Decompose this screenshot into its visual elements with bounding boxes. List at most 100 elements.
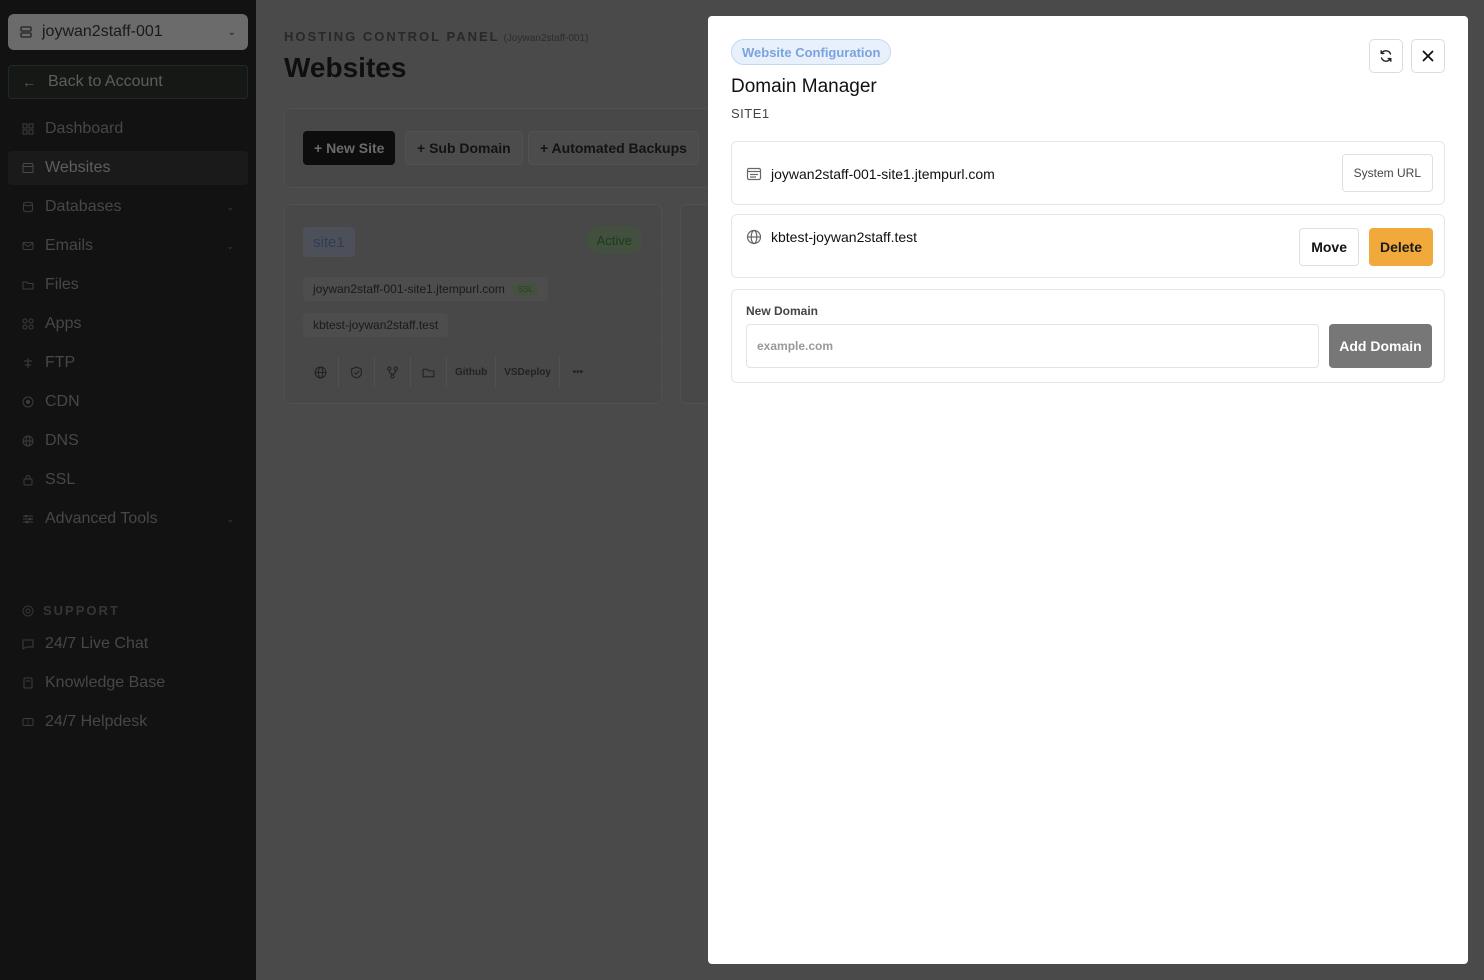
chevron-down-icon: ⌄ (226, 513, 234, 524)
sliders-icon (23, 514, 33, 524)
site-name-link[interactable]: site1 (303, 227, 355, 257)
refresh-button[interactable] (1369, 39, 1403, 73)
delete-domain-button[interactable]: Delete (1368, 228, 1433, 266)
new-domain-section: New Domain Add Domain (731, 289, 1445, 383)
sidebar-item-label: Advanced Tools (45, 510, 158, 527)
page-title: Websites (284, 52, 407, 83)
sub-domain-button[interactable]: + Sub Domain (405, 131, 523, 165)
sidebar-item-dns[interactable]: DNS (8, 424, 248, 458)
sidebar-item-files[interactable]: Files (8, 268, 248, 302)
new-site-button[interactable]: + New Site (303, 131, 396, 165)
globe-icon (22, 435, 34, 447)
sidebar-item-helpdesk[interactable]: 24/7 Helpdesk (8, 705, 248, 739)
site-action-git[interactable] (375, 357, 411, 387)
cdn-icon (22, 396, 34, 408)
grid-icon (22, 123, 34, 135)
apps-icon (22, 318, 34, 330)
custom-domain-text: kbtest-joywan2staff.test (771, 229, 918, 245)
account-name: joywan2staff-001 (42, 23, 163, 40)
lock-icon (23, 475, 33, 486)
modal-title: Domain Manager (731, 76, 877, 97)
page-kicker: HOSTING CONTROL PANEL (Joywan2staff-001) (284, 29, 588, 44)
modal-subtitle: SITE1 (731, 106, 770, 121)
sidebar-item-emails[interactable]: Emails ⌄ (8, 229, 248, 263)
sidebar-item-label: Emails (45, 237, 94, 254)
domain-text: joywan2staff-001-site1.jtempurl.com (313, 282, 505, 296)
git-branch-icon (387, 366, 398, 378)
refresh-icon (1380, 50, 1392, 62)
sidebar-item-cdn[interactable]: CDN (8, 385, 248, 419)
sidebar-item-label: Knowledge Base (45, 674, 166, 691)
chevron-down-icon: ⌄ (227, 26, 236, 38)
new-domain-label: New Domain (746, 304, 819, 318)
sidebar-item-dashboard[interactable]: Dashboard (8, 112, 248, 146)
add-domain-button[interactable]: Add Domain (1329, 324, 1432, 368)
status-badge: Active (585, 226, 643, 254)
site-toolbar: + New Site + Sub Domain + Automated Back… (284, 108, 744, 188)
ssl-badge: SSL (512, 282, 538, 296)
system-domain-row: joywan2staff-001-site1.jtempurl.com Syst… (731, 141, 1445, 205)
modal-badge: Website Configuration (731, 39, 892, 65)
site-domain-chip[interactable]: joywan2staff-001-site1.jtempurl.com SSL (303, 277, 548, 301)
server-icon (20, 26, 32, 38)
system-domain-text: joywan2staff-001-site1.jtempurl.com (771, 166, 995, 182)
sidebar-item-advanced-tools[interactable]: Advanced Tools ⌄ (8, 502, 248, 536)
shield-icon (351, 365, 362, 378)
globe-icon (314, 366, 327, 378)
sidebar: joywan2staff-001 ⌄ ← Back to Account Das… (0, 0, 256, 980)
browser-window-icon (746, 167, 762, 181)
arrow-left-icon: ← (22, 74, 36, 90)
sidebar-item-label: SSL (45, 471, 76, 488)
site-action-globe[interactable] (303, 357, 339, 387)
site-action-files[interactable] (411, 357, 447, 387)
back-to-account-button[interactable]: ← Back to Account (8, 65, 248, 99)
sidebar-item-label: Databases (45, 198, 122, 215)
folder-icon (22, 281, 34, 290)
site-domain-chip[interactable]: kbtest-joywan2staff.test (303, 313, 449, 337)
sidebar-item-databases[interactable]: Databases ⌄ (8, 190, 248, 224)
sidebar-item-knowledge-base[interactable]: Knowledge Base (8, 666, 248, 700)
domain-manager-modal: Website Configuration Domain Manager SIT… (708, 16, 1468, 964)
sidebar-item-ftp[interactable]: FTP (8, 346, 248, 380)
sidebar-item-live-chat[interactable]: 24/7 Live Chat (8, 627, 248, 661)
sidebar-item-label: 24/7 Helpdesk (45, 713, 148, 730)
sidebar-item-label: FTP (45, 354, 76, 371)
database-icon (23, 201, 33, 213)
browser-icon (22, 163, 34, 173)
github-button[interactable]: Github (447, 357, 497, 387)
account-switcher[interactable]: joywan2staff-001 ⌄ (8, 14, 248, 50)
support-heading-label: SUPPORT (43, 603, 120, 618)
chevron-down-icon: ⌄ (226, 240, 234, 251)
sidebar-item-apps[interactable]: Apps (8, 307, 248, 341)
chevron-down-icon: ⌄ (226, 201, 234, 212)
ftp-icon (24, 358, 32, 368)
system-url-badge: System URL (1341, 154, 1433, 192)
close-button[interactable] (1411, 39, 1445, 73)
vsdeploy-button[interactable]: VSDeploy (496, 357, 560, 387)
sidebar-item-ssl[interactable]: SSL (8, 463, 248, 497)
sidebar-item-label: Files (45, 276, 79, 293)
help-circle-icon (22, 605, 34, 616)
sidebar-item-websites[interactable]: Websites (8, 151, 248, 185)
site-card-actions: Github VSDeploy ••• (303, 357, 596, 387)
site-action-shield[interactable] (339, 357, 375, 387)
folder-icon (422, 368, 435, 377)
kicker-account: (Joywan2staff-001) (503, 33, 589, 44)
kicker-text: HOSTING CONTROL PANEL (284, 29, 500, 44)
automated-backups-button[interactable]: + Automated Backups (528, 131, 699, 165)
sidebar-item-label: Apps (45, 315, 82, 332)
site-card: site1 Active joywan2staff-001-site1.jtem… (284, 204, 662, 404)
back-label: Back to Account (48, 73, 163, 90)
domain-text: kbtest-joywan2staff.test (313, 318, 439, 332)
chat-icon (22, 639, 34, 650)
new-domain-input[interactable] (746, 324, 1319, 368)
move-domain-button[interactable]: Move (1299, 228, 1359, 266)
more-options-button[interactable]: ••• (560, 357, 596, 387)
support-heading: SUPPORT (22, 603, 120, 618)
globe-icon (746, 229, 762, 245)
ticket-icon (22, 718, 34, 726)
sidebar-item-label: Websites (45, 159, 111, 176)
custom-domain-row: kbtest-joywan2staff.test Move Delete (731, 214, 1445, 278)
book-icon (23, 677, 33, 689)
sidebar-item-label: 24/7 Live Chat (45, 635, 149, 652)
